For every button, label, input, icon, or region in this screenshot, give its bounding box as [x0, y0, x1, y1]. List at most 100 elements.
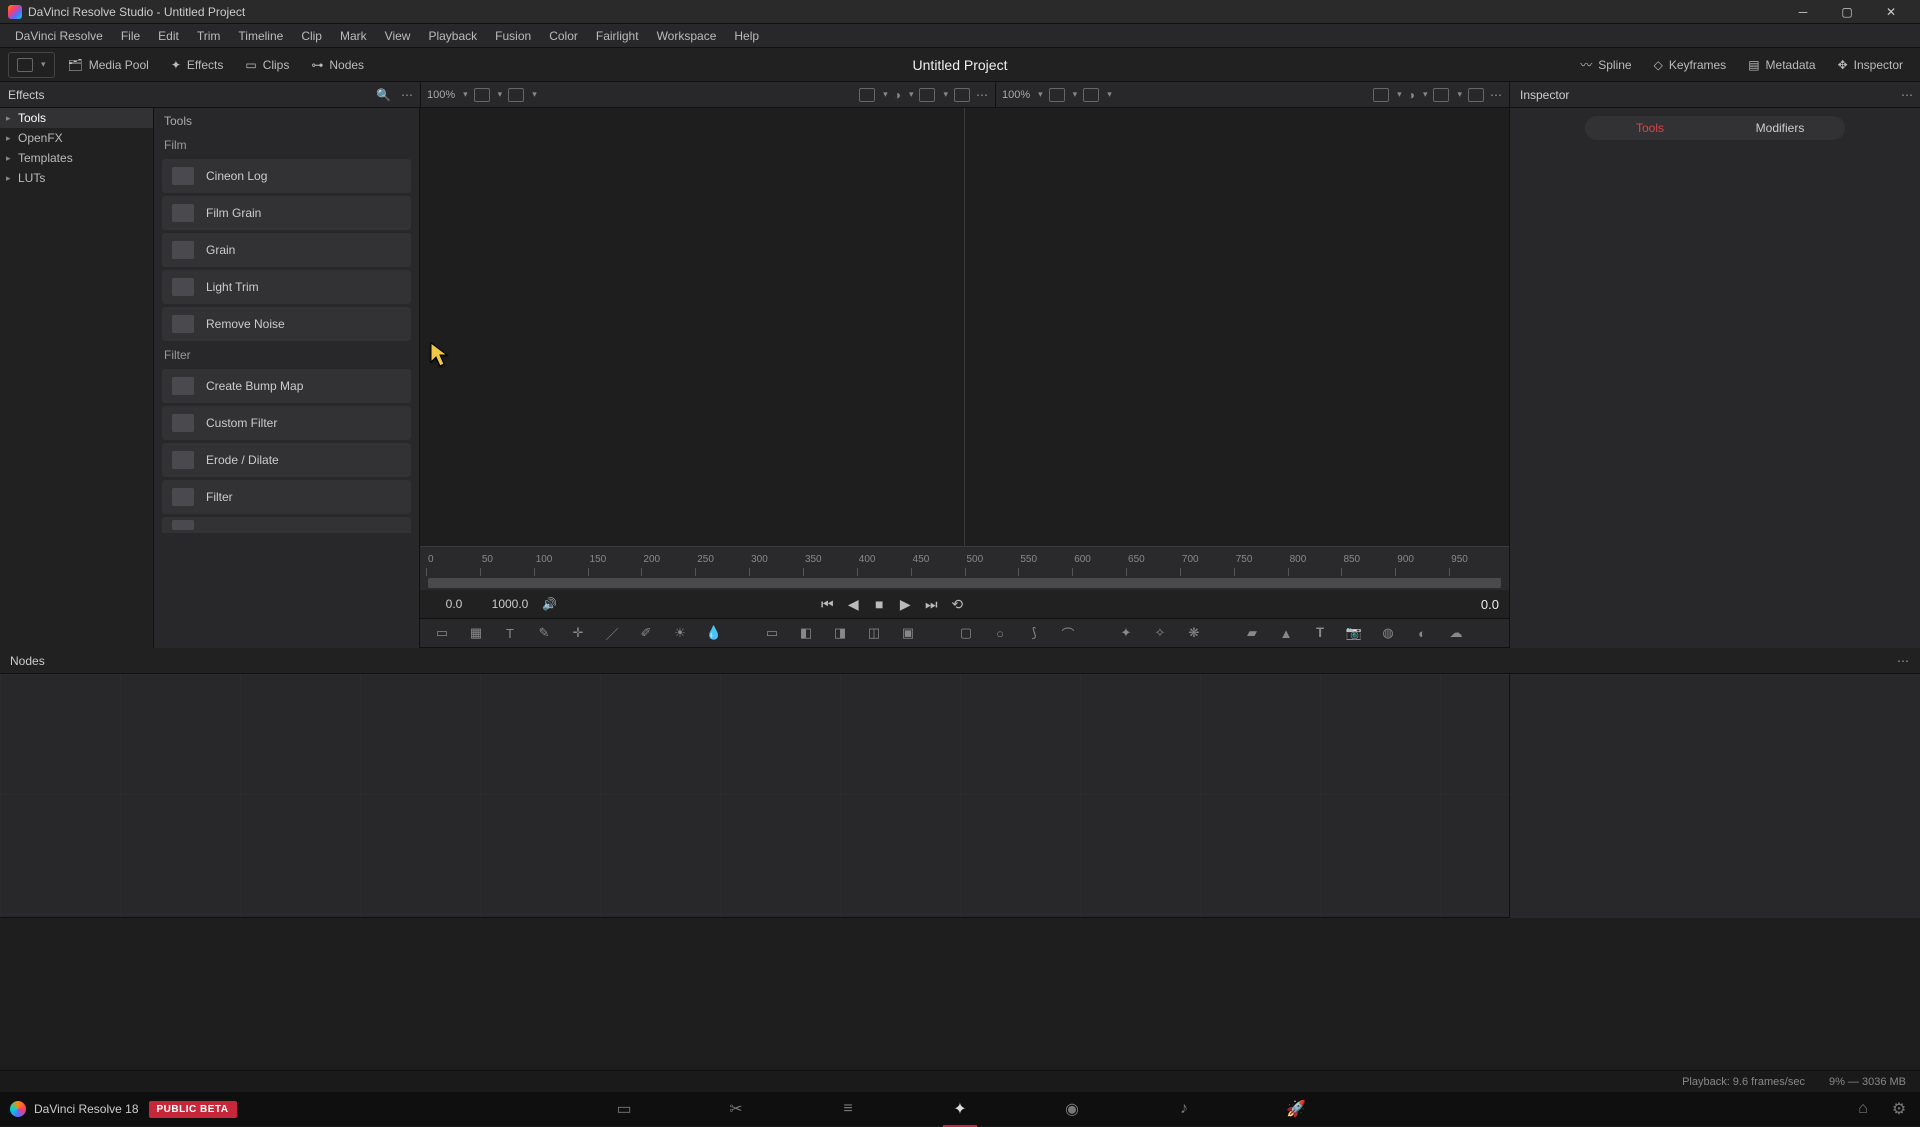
fx-erode-dilate[interactable]: Erode / Dilate [162, 443, 411, 477]
metadata-toggle[interactable]: ▤Metadata [1739, 52, 1824, 78]
menu-workspace[interactable]: Workspace [648, 29, 726, 43]
merge-3d-icon[interactable]: ◍ [1378, 624, 1398, 642]
maximize-button[interactable]: ▢ [1826, 2, 1868, 22]
viewer2-grid-icon[interactable] [1433, 88, 1449, 102]
text-tool-icon[interactable]: T [500, 624, 520, 642]
deliver-page-icon[interactable]: 🚀 [1285, 1098, 1307, 1120]
nodes-options-icon[interactable]: ⋯ [1897, 654, 1910, 668]
background-tool-icon[interactable]: ▭ [432, 624, 452, 642]
home-icon[interactable]: ⌂ [1852, 1098, 1874, 1120]
viewer1-split-icon[interactable] [859, 88, 875, 102]
spline-toggle[interactable]: 〰Spline [1571, 52, 1640, 78]
viewer2-zoom[interactable]: 100% [1002, 89, 1030, 101]
keyframes-toggle[interactable]: ◇Keyframes [1645, 52, 1736, 78]
fx-grain[interactable]: Grain [162, 233, 411, 267]
viewer-right[interactable] [965, 108, 1509, 546]
menu-fusion[interactable]: Fusion [486, 29, 540, 43]
viewer2-options-icon[interactable]: ⋯ [1490, 88, 1503, 102]
fusion-page-icon[interactable]: ✦ [949, 1098, 971, 1120]
effects-options-icon[interactable]: ⋯ [401, 88, 414, 102]
crop-tool-icon[interactable]: ▣ [898, 624, 918, 642]
fastnoise-tool-icon[interactable]: ▦ [466, 624, 486, 642]
paint-tool-icon[interactable]: ✎ [534, 624, 554, 642]
nodes-toggle[interactable]: ⊶Nodes [302, 52, 373, 78]
stop-button[interactable]: ■ [870, 595, 888, 613]
tree-item-openfx[interactable]: ▸OpenFX [0, 128, 153, 148]
effects-toggle[interactable]: ✦Effects [162, 52, 233, 78]
in-point[interactable]: 0.0 [430, 597, 478, 611]
rectangle-mask-icon[interactable]: ▢ [956, 624, 976, 642]
tracker-tool-icon[interactable]: ✛ [568, 624, 588, 642]
resize-tool-icon[interactable]: ◫ [864, 624, 884, 642]
tree-item-tools[interactable]: ▸Tools [0, 108, 153, 128]
ellipse-mask-icon[interactable]: ○ [990, 624, 1010, 642]
matte-tool-icon[interactable]: ◧ [796, 624, 816, 642]
viewer2-split-icon[interactable] [1373, 88, 1389, 102]
menu-view[interactable]: View [376, 29, 420, 43]
search-icon[interactable]: 🔍 [376, 88, 391, 102]
brightness-tool-icon[interactable]: ☀ [670, 624, 690, 642]
particle-render-icon[interactable]: ✧ [1150, 624, 1170, 642]
loop-button[interactable]: ⟲ [948, 595, 966, 613]
fx-partial-item[interactable] [162, 517, 411, 533]
viewer1-layout-icon[interactable] [508, 88, 524, 102]
media-pool-toggle[interactable]: 🗂Media Pool [59, 52, 158, 78]
clips-toggle[interactable]: ▭Clips [236, 52, 298, 78]
viewer2-color-icon[interactable]: ◑ [1408, 88, 1415, 102]
fx-create-bump-map[interactable]: Create Bump Map [162, 369, 411, 403]
menu-color[interactable]: Color [540, 29, 587, 43]
inspector-toggle[interactable]: ✥Inspector [1829, 52, 1912, 78]
layout-dropdown[interactable]: ▾ [8, 52, 55, 78]
menu-app[interactable]: DaVinci Resolve [6, 29, 112, 43]
particle-emitter-icon[interactable]: ✦ [1116, 624, 1136, 642]
viewer1-safe-icon[interactable] [954, 88, 970, 102]
inspector-tab-modifiers[interactable]: Modifiers [1715, 116, 1845, 140]
close-button[interactable]: ✕ [1870, 2, 1912, 22]
camera-3d-icon[interactable]: 📷 [1344, 624, 1364, 642]
text-3d-icon[interactable]: 𝐓 [1310, 624, 1330, 642]
fx-custom-filter[interactable]: Custom Filter [162, 406, 411, 440]
tree-item-templates[interactable]: ▸Templates [0, 148, 153, 168]
viewer1-fit-icon[interactable] [474, 88, 490, 102]
renderer-3d-icon[interactable]: ☁ [1446, 624, 1466, 642]
brush-tool-icon[interactable]: ／ [602, 624, 622, 642]
first-frame-button[interactable]: ⏮ [818, 595, 836, 613]
menu-help[interactable]: Help [725, 29, 768, 43]
audio-icon[interactable]: 🔊 [542, 597, 557, 611]
media-page-icon[interactable]: ▭ [613, 1098, 635, 1120]
menu-playback[interactable]: Playback [419, 29, 486, 43]
menu-file[interactable]: File [112, 29, 149, 43]
nodes-graph[interactable] [0, 674, 1510, 918]
fx-film-grain[interactable]: Film Grain [162, 196, 411, 230]
fx-cineon-log[interactable]: Cineon Log [162, 159, 411, 193]
color-page-icon[interactable]: ◉ [1061, 1098, 1083, 1120]
viewer2-safe-icon[interactable] [1468, 88, 1484, 102]
time-ruler[interactable]: 0501001502002503003504004505005506006507… [420, 546, 1509, 576]
light-3d-icon[interactable]: ◐ [1412, 624, 1432, 642]
menu-mark[interactable]: Mark [331, 29, 376, 43]
menu-fairlight[interactable]: Fairlight [587, 29, 648, 43]
viewer2-fit-icon[interactable] [1049, 88, 1065, 102]
inspector-tab-tools[interactable]: Tools [1585, 116, 1715, 140]
inspector-options-icon[interactable]: ⋯ [1901, 88, 1914, 102]
menu-trim[interactable]: Trim [188, 29, 230, 43]
viewer1-color-icon[interactable]: ◑ [894, 88, 901, 102]
viewer1-grid-icon[interactable] [919, 88, 935, 102]
blur-tool-icon[interactable]: 💧 [704, 624, 724, 642]
fx-remove-noise[interactable]: Remove Noise [162, 307, 411, 341]
out-point[interactable]: 1000.0 [486, 597, 534, 611]
fx-filter[interactable]: Filter [162, 480, 411, 514]
viewer1-options-icon[interactable]: ⋯ [976, 88, 989, 102]
viewer1-zoom[interactable]: 100% [427, 89, 455, 101]
pencil-tool-icon[interactable]: ✐ [636, 624, 656, 642]
time-scrollbar[interactable] [428, 578, 1501, 588]
polygon-mask-icon[interactable]: ⟆ [1024, 624, 1044, 642]
bspline-mask-icon[interactable]: ⌒ [1058, 624, 1078, 642]
shape-3d-icon[interactable]: ▲ [1276, 624, 1296, 642]
minimize-button[interactable]: ─ [1782, 2, 1824, 22]
menu-clip[interactable]: Clip [292, 29, 331, 43]
current-time[interactable]: 0.0 [1481, 597, 1499, 612]
cut-page-icon[interactable]: ✂ [725, 1098, 747, 1120]
menu-edit[interactable]: Edit [149, 29, 188, 43]
step-back-button[interactable]: ◀ [844, 595, 862, 613]
